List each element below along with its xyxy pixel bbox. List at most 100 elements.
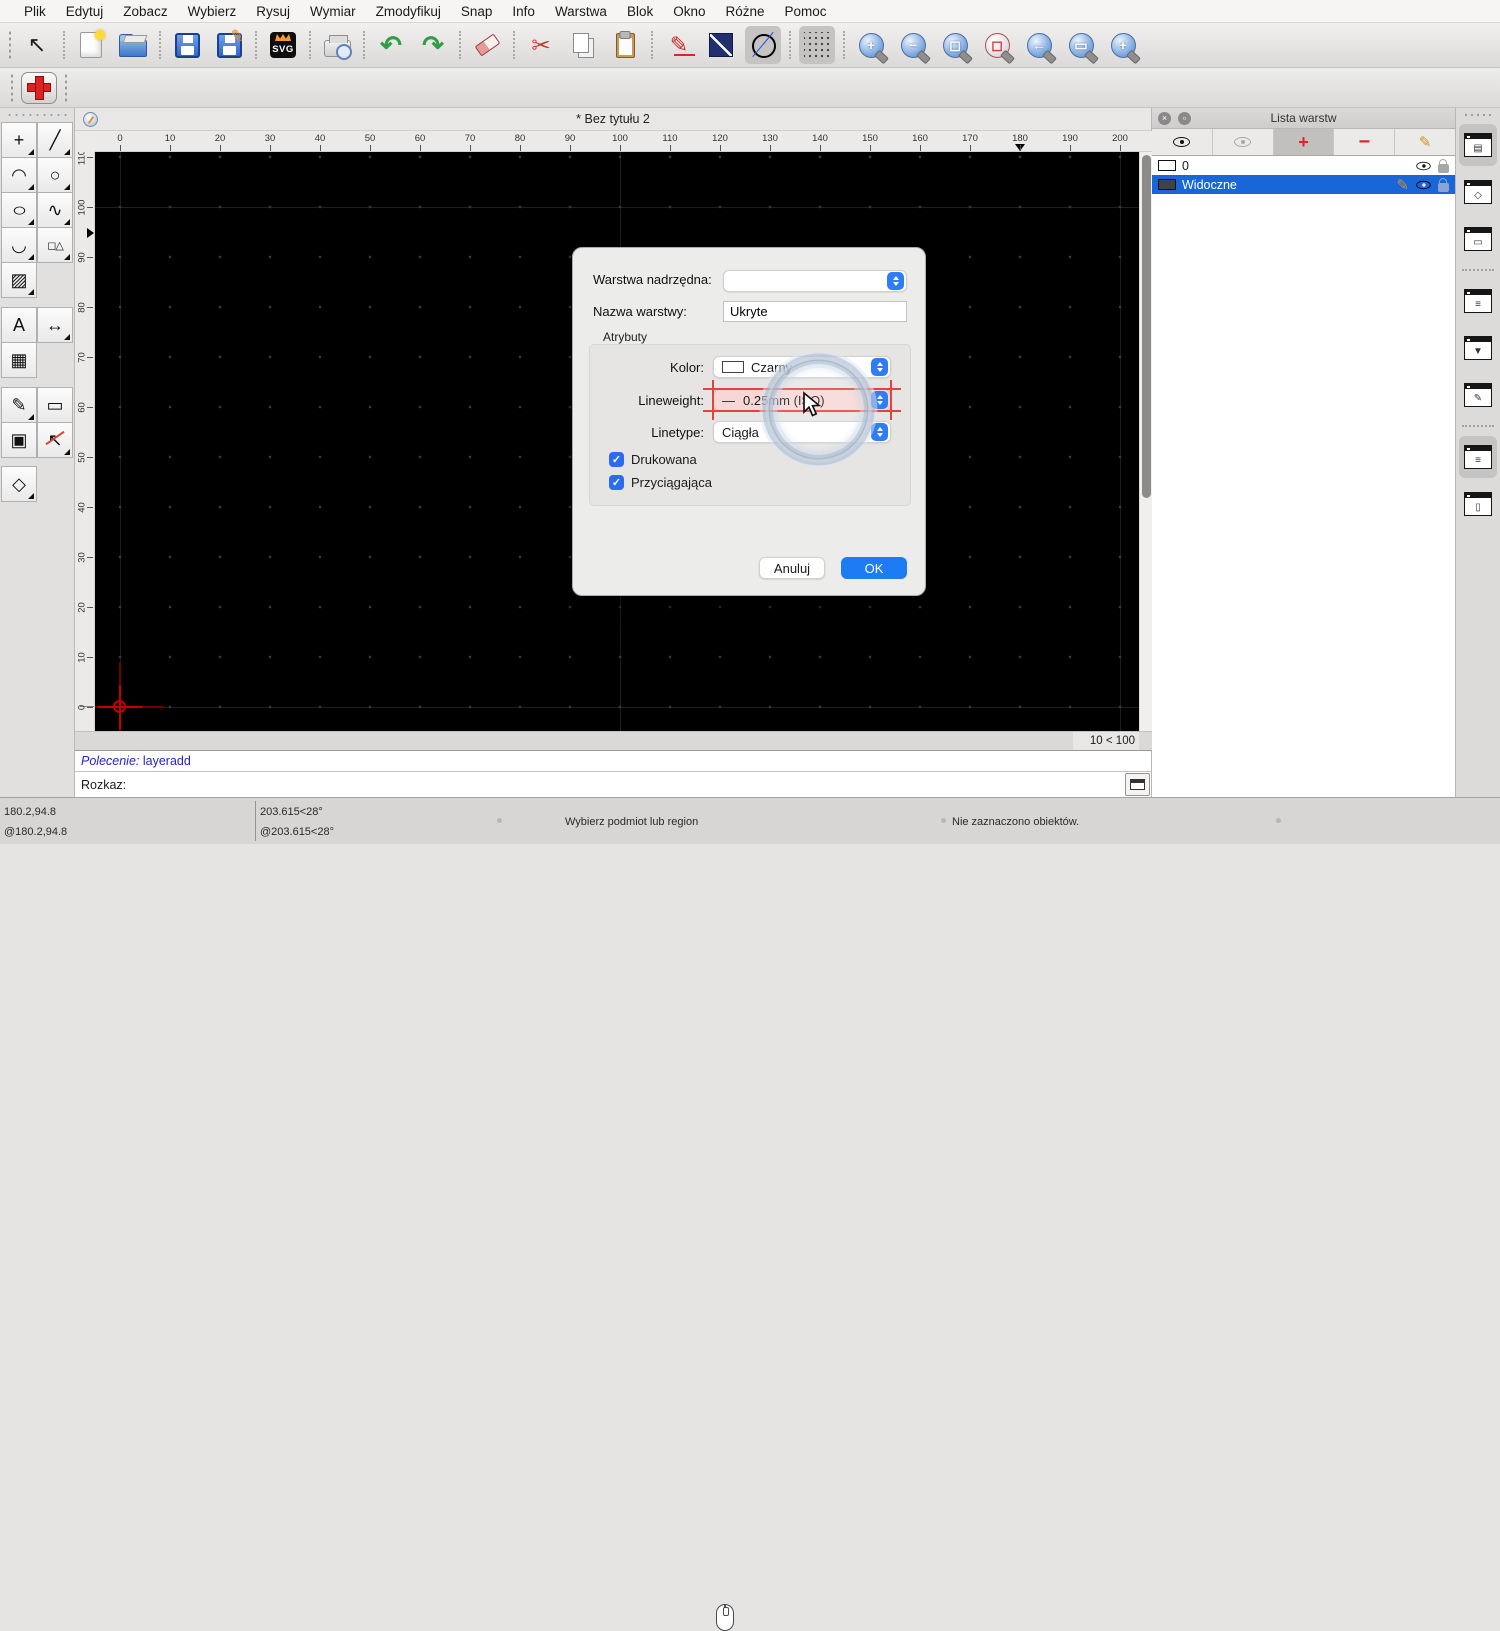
toolbar-drag-handle[interactable] [10, 72, 14, 103]
panel-close-icon[interactable]: × [1158, 112, 1171, 125]
tool-select-button[interactable]: ↖ [37, 422, 73, 458]
menu-rysuj[interactable]: Rysuj [246, 0, 300, 23]
tool-arc-button[interactable]: ◠ [1, 157, 37, 193]
hide-all-layers-button[interactable] [1213, 129, 1274, 155]
zoom-auto-button[interactable]: ◻ [937, 26, 973, 64]
layer-lock-icon[interactable] [1438, 158, 1449, 173]
layer-lock-icon[interactable] [1438, 177, 1449, 192]
zoom-out-button[interactable]: − [895, 26, 931, 64]
zoom-back-button[interactable]: ← [1021, 26, 1057, 64]
stepper-icon [871, 391, 888, 409]
dimension-icon: ↔ [46, 314, 64, 335]
svg-export-button[interactable]: SVG [265, 26, 301, 64]
tool-solid-3d-button[interactable]: ◇ [1, 466, 37, 502]
layer-visibility-icon[interactable] [1416, 161, 1431, 170]
menu-zobacz[interactable]: Zobacz [113, 0, 177, 23]
tool-block-button[interactable]: ▣ [1, 422, 37, 458]
tool-shapes-button[interactable]: ◻△ [37, 227, 73, 263]
h-ruler-label: 50 [364, 133, 376, 144]
tool-polyline-button[interactable]: ◡ [1, 227, 37, 263]
menu-okno[interactable]: Okno [663, 0, 715, 23]
zoom-previous-button[interactable]: ◻ [979, 26, 1015, 64]
panel-selection-filter-button[interactable]: ▼ [1459, 327, 1497, 369]
paste-button[interactable] [607, 26, 643, 64]
menu-snap[interactable]: Snap [451, 0, 503, 23]
tool-dimension-button[interactable]: ↔ [37, 307, 73, 343]
panel-clipboard-button[interactable]: ▯ [1459, 483, 1497, 525]
zoom-window-button[interactable]: ▭ [1063, 26, 1099, 64]
panel-command-line-button[interactable]: ≡ [1459, 436, 1497, 478]
menu-blok[interactable]: Blok [617, 0, 663, 23]
line-box-icon [709, 33, 733, 57]
panel-library-button[interactable]: ▭ [1459, 218, 1497, 260]
eraser-button[interactable] [469, 26, 505, 64]
scrollbar-thumb[interactable] [1142, 155, 1151, 498]
panel-property-editor-button[interactable]: ≡ [1459, 280, 1497, 322]
panel-float-icon[interactable]: ▫ [1178, 112, 1191, 125]
tool-ellipse-button[interactable]: ○ [1, 192, 37, 228]
printable-checkbox[interactable]: ✓ [609, 452, 624, 467]
menu-plik[interactable]: Plik [14, 0, 56, 23]
tool-measure-button[interactable]: ▭ [37, 387, 73, 423]
menu-wybierz[interactable]: Wybierz [178, 0, 247, 23]
layer-name-input[interactable] [723, 301, 907, 322]
redo-arrow-icon: ↷ [422, 30, 444, 60]
menu-zmodyfikuj[interactable]: Zmodyfikuj [366, 0, 451, 23]
tool-line-button[interactable]: ╱ [37, 122, 73, 158]
ok-button[interactable]: OK [841, 557, 907, 579]
panel-pen-toolbar-button[interactable]: ✎ [1459, 374, 1497, 416]
panel-block-list-button[interactable]: ◇ [1459, 171, 1497, 213]
layer-visibility-icon[interactable] [1416, 180, 1431, 189]
svg-export-icon: SVG [270, 32, 296, 58]
menu-pomoc[interactable]: Pomoc [775, 0, 837, 23]
layer-row-0[interactable]: 0 [1152, 156, 1455, 175]
snappable-checkbox[interactable]: ✓ [609, 475, 624, 490]
command-dock-button[interactable] [1125, 773, 1150, 796]
palette-drag-handle[interactable] [6, 112, 68, 118]
save-as-button[interactable]: ✎ [211, 26, 247, 64]
menu-rozne[interactable]: Różne [716, 0, 775, 23]
new-layer-shortcut-button[interactable] [21, 69, 57, 107]
menu-wymiar[interactable]: Wymiar [300, 0, 366, 23]
cut-button[interactable]: ✂ [523, 26, 559, 64]
tool-circle-button[interactable]: ○ [37, 157, 73, 193]
remove-layer-button[interactable]: − [1334, 129, 1396, 155]
tool-spline-button[interactable]: ∿ [37, 192, 73, 228]
h-ruler-tick [570, 145, 571, 151]
toolbar-drag-handle[interactable] [64, 72, 68, 103]
show-all-layers-button[interactable] [1152, 129, 1213, 155]
undo-button[interactable]: ↶ [373, 26, 409, 64]
draw-order-button[interactable]: ✎ [661, 26, 697, 64]
redo-button[interactable]: ↷ [415, 26, 451, 64]
vertical-scrollbar[interactable] [1139, 152, 1152, 731]
toolbar-drag-handle[interactable] [8, 30, 12, 60]
menu-warstwa[interactable]: Warstwa [545, 0, 617, 23]
zoom-pan-button[interactable]: + [1105, 26, 1141, 64]
new-file-button[interactable] [73, 26, 109, 64]
circle-tool-button[interactable] [745, 26, 781, 64]
tool-text-button[interactable]: A [1, 307, 37, 343]
panel-layer-list-button[interactable]: ▤ [1459, 124, 1497, 166]
pointer-button[interactable]: ↖ [19, 26, 55, 64]
tool-points-button[interactable]: + [1, 122, 37, 158]
strip-drag-handle[interactable] [1463, 112, 1493, 118]
tool-image-button[interactable]: ▦ [1, 342, 37, 378]
save-button[interactable] [169, 26, 205, 64]
grid-toggle-button[interactable] [799, 26, 835, 64]
edit-layer-icon[interactable]: ✎ [1396, 176, 1409, 194]
menu-info[interactable]: Info [502, 0, 545, 23]
print-preview-button[interactable] [319, 26, 355, 64]
copy-button[interactable] [565, 26, 601, 64]
layer-row-widoczne[interactable]: Widoczne ✎ [1152, 175, 1455, 194]
tool-hatch-button[interactable]: ▨ [1, 262, 37, 298]
tool-modify-button[interactable]: ✎ [1, 387, 37, 423]
edit-layer-button[interactable]: ✎ [1395, 129, 1455, 155]
cancel-button[interactable]: Anuluj [759, 557, 825, 579]
menu-edytuj[interactable]: Edytuj [56, 0, 114, 23]
parent-layer-select[interactable] [723, 270, 907, 292]
open-file-button[interactable] [115, 26, 151, 64]
add-layer-button[interactable]: + [1273, 129, 1335, 155]
command-input[interactable] [126, 772, 1125, 797]
zoom-in-button[interactable]: + [853, 26, 889, 64]
line-settings-button[interactable] [703, 26, 739, 64]
